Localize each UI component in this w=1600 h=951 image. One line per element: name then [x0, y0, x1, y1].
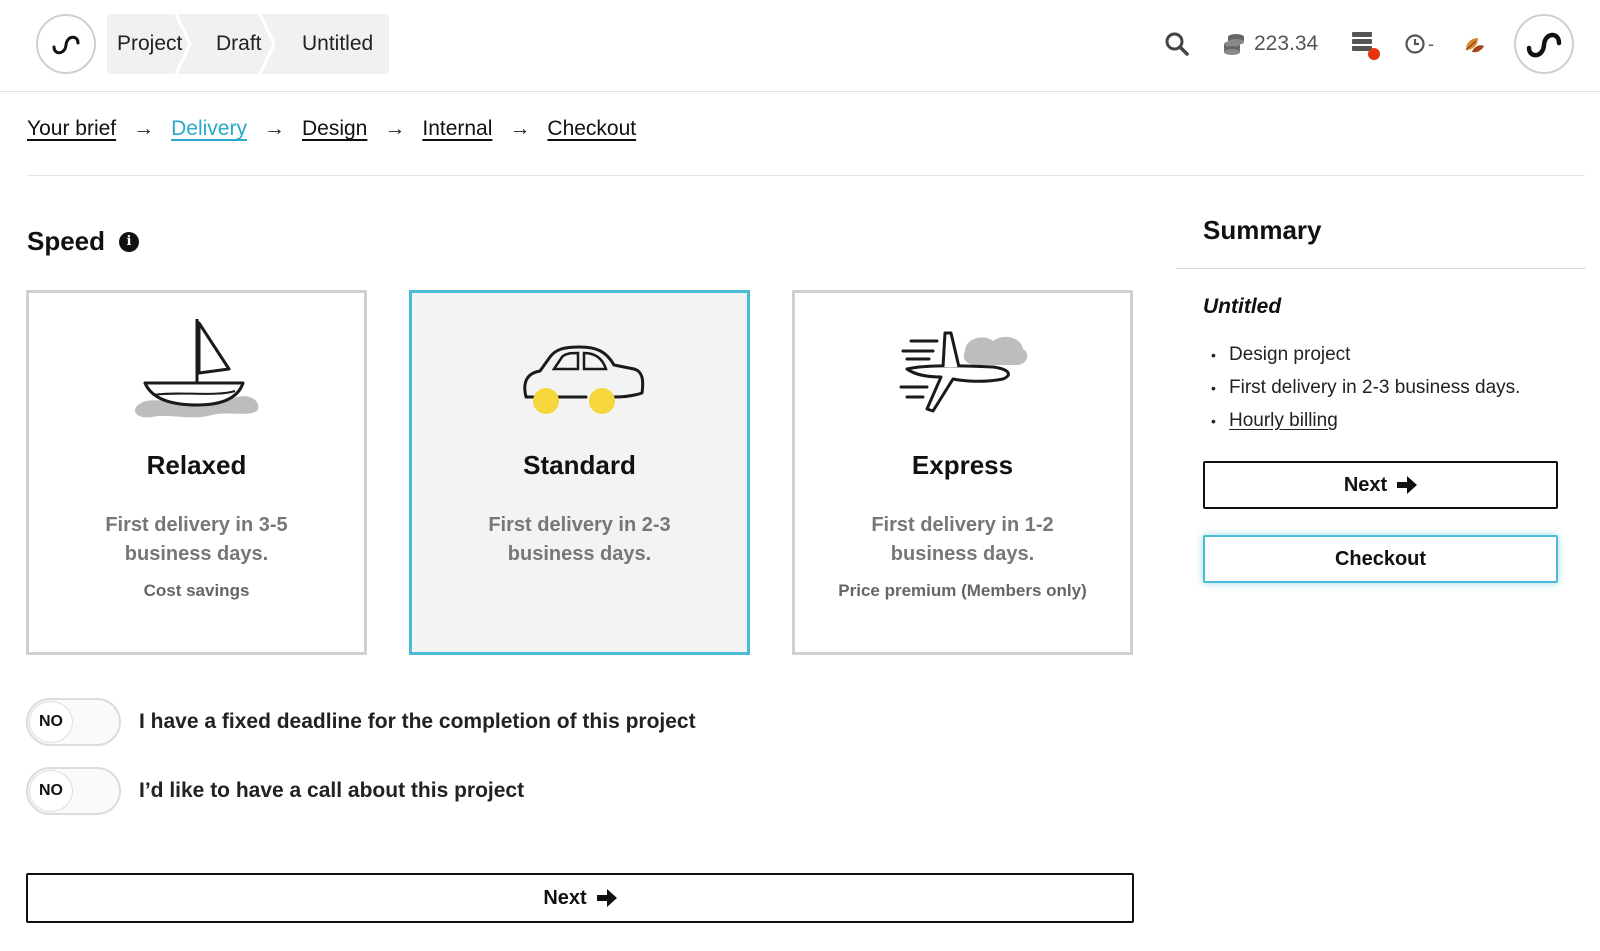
search-button[interactable] — [1164, 24, 1190, 64]
toggle-knob: NO — [29, 701, 73, 743]
option-note: Price premium (Members only) — [838, 581, 1087, 600]
request-call-toggle[interactable]: NO — [26, 767, 121, 815]
credits-button[interactable] — [1222, 24, 1246, 64]
fixed-deadline-toggle[interactable]: NO — [26, 698, 121, 746]
step-arrow-icon: → — [133, 117, 155, 140]
next-button[interactable]: Next — [26, 873, 1134, 923]
fixed-deadline-row: NO I have a fixed deadline for the compl… — [26, 698, 696, 746]
hourly-billing-link[interactable]: Hourly billing — [1229, 410, 1338, 431]
next-button-label: Next — [543, 886, 587, 909]
checkout-steps: Your brief → Delivery → Design → Interna… — [27, 117, 636, 141]
speed-option-relaxed[interactable]: Relaxed First delivery in 3-5 business d… — [26, 290, 367, 655]
breadcrumb-separator-icon — [258, 14, 276, 74]
notification-dot-icon — [1368, 48, 1380, 60]
summary-next-button[interactable]: Next — [1203, 461, 1558, 509]
step-checkout[interactable]: Checkout — [547, 117, 636, 141]
step-nav-divider — [27, 175, 1585, 176]
project-breadcrumb: Project Draft Untitled — [107, 14, 389, 74]
speed-option-standard[interactable]: Standard First delivery in 2-3 business … — [409, 290, 750, 655]
clock-icon — [1405, 34, 1425, 54]
summary-item-billing[interactable]: Hourly billing — [1203, 409, 1520, 442]
option-description: First delivery in 1-2 business days. — [871, 514, 1054, 565]
breadcrumb-untitled[interactable]: Untitled — [274, 14, 389, 74]
step-arrow-icon: → — [384, 117, 406, 140]
arrow-right-icon — [596, 889, 617, 907]
checkout-button-label: Checkout — [1334, 547, 1427, 570]
search-icon — [1165, 32, 1189, 56]
airplane-icon — [899, 331, 1027, 413]
avatar-swirl-icon — [1526, 32, 1562, 58]
request-call-row: NO I’d like to have a call about this pr… — [26, 767, 524, 815]
sailboat-icon — [134, 319, 258, 418]
breadcrumb-draft[interactable]: Draft — [190, 14, 276, 74]
summary-divider — [1176, 268, 1586, 269]
toggle-knob: NO — [29, 770, 73, 812]
step-arrow-icon: → — [263, 117, 285, 140]
fixed-deadline-label: I have a fixed deadline for the completi… — [139, 710, 696, 733]
time-tracker-button[interactable] — [1404, 24, 1426, 64]
option-title: Express — [911, 450, 1014, 480]
logo-swirl-icon — [52, 35, 80, 55]
summary-item-delivery: First delivery in 2-3 business days. — [1203, 376, 1520, 409]
option-title: Relaxed — [146, 450, 247, 480]
step-delivery[interactable]: Delivery — [171, 117, 247, 141]
step-internal[interactable]: Internal — [422, 117, 492, 141]
step-your-brief[interactable]: Your brief — [27, 117, 116, 141]
breadcrumb-draft-label: Draft — [216, 32, 262, 55]
car-icon — [522, 345, 644, 414]
speed-option-express[interactable]: Express First delivery in 1-2 business d… — [792, 290, 1133, 655]
step-arrow-icon: → — [509, 117, 531, 140]
app-logo-button[interactable] — [36, 14, 96, 74]
step-design[interactable]: Design — [302, 117, 367, 141]
rewards-button[interactable] — [1462, 24, 1486, 64]
info-icon[interactable]: i — [119, 231, 140, 252]
summary-project-name: Untitled — [1203, 295, 1282, 318]
summary-title: Summary — [1203, 215, 1322, 245]
breadcrumb-project[interactable]: Project — [107, 14, 192, 74]
speed-title: Speed — [27, 226, 106, 256]
summary-item-type: Design project — [1203, 343, 1520, 376]
checkout-button[interactable]: Checkout — [1203, 535, 1558, 583]
option-description: First delivery in 3-5 business days. — [105, 514, 288, 565]
option-title: Standard — [523, 450, 636, 480]
breadcrumb-untitled-label: Untitled — [302, 32, 374, 55]
summary-next-label: Next — [1343, 473, 1388, 496]
speed-heading: Speed i — [27, 226, 140, 257]
notifications-button[interactable] — [1350, 24, 1384, 64]
breadcrumb-separator-icon — [174, 14, 192, 74]
summary-list: Design project First delivery in 2-3 bus… — [1203, 343, 1520, 442]
credit-balance: 223.34 — [1254, 32, 1319, 55]
coins-icon — [1224, 34, 1244, 55]
breadcrumb-project-label: Project — [117, 32, 183, 55]
arrow-right-icon — [1397, 476, 1418, 494]
user-avatar-button[interactable] — [1514, 14, 1574, 74]
option-description: First delivery in 2-3 business days. — [488, 514, 671, 565]
option-note: Cost savings — [143, 581, 250, 600]
autumn-leaves-icon — [1465, 38, 1484, 53]
request-call-label: I’d like to have a call about this proje… — [139, 779, 525, 802]
time-tracker-value: - — [1428, 33, 1434, 54]
server-stack-icon — [1352, 32, 1380, 60]
top-bar: Project Draft Untitled 223.34 - — [0, 0, 1600, 92]
